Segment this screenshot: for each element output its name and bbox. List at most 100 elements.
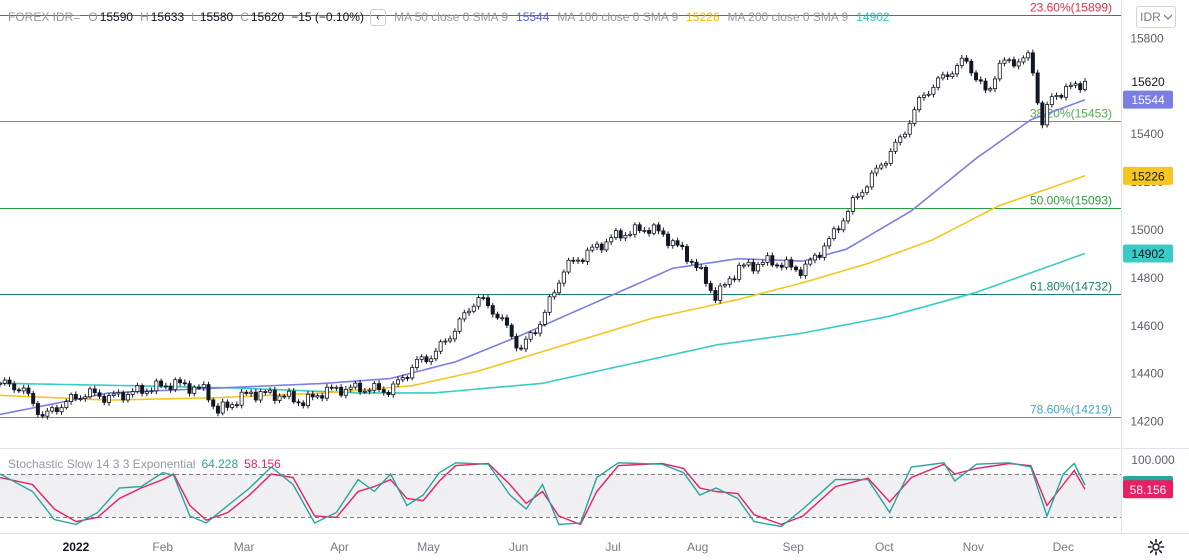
settings-gear-icon[interactable] xyxy=(1147,538,1165,556)
candle-body xyxy=(121,392,126,401)
candle xyxy=(206,381,211,403)
candle xyxy=(566,257,571,275)
candle xyxy=(35,400,40,418)
candle-body xyxy=(869,172,874,188)
candle-body xyxy=(590,246,595,251)
candle-body xyxy=(831,228,836,240)
ma50-value: 15544 xyxy=(516,10,550,24)
candle-body xyxy=(287,390,292,397)
candle-body xyxy=(73,394,78,400)
close-key: C xyxy=(240,10,249,24)
candle-body xyxy=(983,80,988,91)
candle xyxy=(1049,93,1054,108)
ma50-tag: 15544 xyxy=(1131,93,1165,107)
candle xyxy=(642,227,647,234)
candle xyxy=(514,333,519,352)
chart-canvas[interactable]: 23.60%(15899)38.20%(15453)50.00%(15093)6… xyxy=(0,0,1189,560)
candle-body xyxy=(343,388,348,396)
time-tick-label: Jul xyxy=(605,540,620,554)
collapse-legend-button[interactable]: ‹ xyxy=(369,8,386,26)
candle-body xyxy=(775,264,780,267)
candle-body xyxy=(452,330,457,340)
candle-body xyxy=(613,230,618,239)
candle xyxy=(481,294,486,301)
candle-body xyxy=(282,395,287,398)
candle-body xyxy=(964,57,969,62)
stochastic-label[interactable]: Stochastic Slow 14 3 3 Exponential xyxy=(8,457,195,471)
symbol-label[interactable]: FOREX IDR= xyxy=(8,10,80,24)
chevron-left-icon: ‹ xyxy=(376,11,380,23)
ma200-label[interactable]: MA 200 close 0 SMA 9 xyxy=(728,10,849,24)
candle xyxy=(694,258,699,272)
candle xyxy=(978,76,983,85)
candle xyxy=(215,403,220,417)
ma100-label[interactable]: MA 100 close 0 SMA 9 xyxy=(557,10,678,24)
currency-select[interactable]: IDR xyxy=(1136,6,1176,28)
candle-body xyxy=(1040,102,1045,126)
candle-body xyxy=(476,297,481,307)
candle xyxy=(523,336,528,353)
price-tick-label: 14800 xyxy=(1130,271,1164,285)
stochastic-legend: Stochastic Slow 14 3 3 Exponential 64.228… xyxy=(8,457,287,471)
candle-body xyxy=(812,254,817,261)
candle-body xyxy=(580,259,585,262)
candle-body xyxy=(917,97,922,111)
time-tick-label: May xyxy=(417,540,440,554)
candle-body xyxy=(272,389,277,401)
candle-body xyxy=(1078,83,1083,91)
candle xyxy=(414,356,419,371)
candle-body xyxy=(921,94,926,98)
candle-body xyxy=(106,395,111,403)
candle xyxy=(225,399,230,411)
candle-body xyxy=(443,340,448,343)
candle xyxy=(149,387,154,395)
candle xyxy=(178,377,183,387)
candle xyxy=(386,390,391,397)
candle xyxy=(83,394,88,402)
candle-body xyxy=(566,259,571,273)
candle-body xyxy=(898,136,903,143)
candle xyxy=(632,222,637,238)
candle-body xyxy=(88,388,93,398)
candle xyxy=(945,71,950,80)
time-tick-label: Sep xyxy=(782,540,804,554)
candle xyxy=(1016,58,1021,70)
candle xyxy=(969,58,974,77)
candle xyxy=(703,265,708,287)
candle xyxy=(448,335,453,344)
candle xyxy=(718,282,723,304)
candle xyxy=(902,131,907,139)
candle-body xyxy=(514,335,519,349)
candle-body xyxy=(315,395,320,398)
candle xyxy=(732,275,737,283)
candle-body xyxy=(239,391,244,406)
candle-body xyxy=(708,283,713,291)
candle xyxy=(339,384,344,398)
candle-body xyxy=(163,385,168,388)
candle xyxy=(1073,80,1078,89)
candle-body xyxy=(699,267,704,269)
candle-body xyxy=(358,382,363,393)
candle-body xyxy=(950,73,955,78)
candle-body xyxy=(486,297,491,306)
candle xyxy=(836,225,841,234)
candle-body xyxy=(130,391,135,395)
candle xyxy=(296,399,301,407)
candle-body xyxy=(841,220,846,231)
candle-body xyxy=(504,317,509,326)
ma50-label[interactable]: MA 50 close 0 SMA 9 xyxy=(394,10,508,24)
candle-body xyxy=(675,240,680,246)
candle xyxy=(211,397,216,410)
candle xyxy=(92,385,97,397)
candle xyxy=(907,120,912,138)
candle xyxy=(0,381,3,387)
candle xyxy=(50,405,55,414)
candle-body xyxy=(836,228,841,231)
candle xyxy=(102,393,107,406)
candle xyxy=(841,217,846,233)
candle-body xyxy=(902,133,907,138)
candle-body xyxy=(334,386,339,389)
candle xyxy=(793,265,798,273)
candle xyxy=(509,322,514,340)
ma200-line xyxy=(0,252,1086,394)
